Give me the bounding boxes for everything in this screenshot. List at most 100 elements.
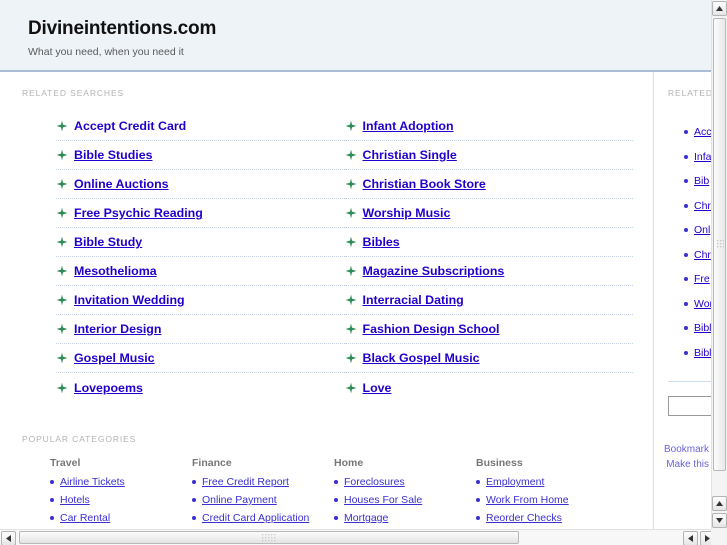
category-item[interactable]: Foreclosures (334, 476, 476, 488)
related-searches-heading: RELATED SEARCHES (22, 88, 125, 98)
related-search-item[interactable]: Online Auctions (56, 170, 345, 199)
sidebar-link[interactable]: Bibl (694, 322, 711, 334)
scroll-up-button-bottom[interactable] (712, 496, 727, 511)
scroll-down-button[interactable] (712, 513, 727, 528)
category-link[interactable]: Employment (486, 476, 544, 488)
related-search-item[interactable]: Accept Credit Card (56, 112, 345, 141)
category-link[interactable]: Online Payment (202, 494, 277, 506)
category-item[interactable]: Online Payment (192, 494, 334, 506)
related-search-item[interactable]: Infant Adoption (344, 112, 633, 141)
sidebar-link-item[interactable]: Bibl (684, 316, 711, 341)
category-link[interactable]: Airline Tickets (60, 476, 125, 488)
related-search-link[interactable]: Magazine Subscriptions (363, 264, 505, 278)
sidebar-footer-link[interactable]: Make this (664, 457, 709, 472)
related-search-item[interactable]: Free Psychic Reading (56, 199, 345, 228)
related-search-item[interactable]: Interracial Dating (344, 286, 633, 315)
related-search-item[interactable]: Love (345, 373, 634, 402)
related-search-item[interactable]: Lovepoems (56, 373, 345, 402)
related-search-link[interactable]: Bible Study (74, 235, 142, 249)
related-search-link[interactable]: Gospel Music (74, 351, 155, 365)
category-item[interactable]: Airline Tickets (50, 476, 192, 488)
category-link[interactable]: Foreclosures (344, 476, 405, 488)
related-search-item[interactable]: Bibles (344, 228, 633, 257)
category-item[interactable]: Work From Home (476, 494, 618, 506)
sidebar-link-item[interactable]: Acc (684, 120, 711, 145)
sidebar-link[interactable]: Wor (694, 298, 711, 310)
related-search-link[interactable]: Interior Design (74, 322, 161, 336)
related-search-link[interactable]: Bibles (363, 235, 400, 249)
sidebar-link-item[interactable]: Onl (684, 218, 711, 243)
related-search-link[interactable]: Free Psychic Reading (74, 206, 203, 220)
related-search-link[interactable]: Lovepoems (74, 381, 143, 395)
sidebar-link-item[interactable]: Bib (684, 169, 711, 194)
sidebar-search-input[interactable] (668, 396, 711, 416)
category-link[interactable]: Credit Card Application (202, 512, 309, 524)
sidebar-link[interactable]: Onl (694, 224, 710, 236)
category-item[interactable]: Houses For Sale (334, 494, 476, 506)
related-search-link[interactable]: Accept Credit Card (74, 119, 186, 133)
category-link[interactable]: Work From Home (486, 494, 569, 506)
related-search-link[interactable]: Infant Adoption (363, 119, 454, 133)
related-search-link[interactable]: Black Gospel Music (363, 351, 480, 365)
category-item[interactable]: Free Credit Report (192, 476, 334, 488)
related-search-link[interactable]: Worship Music (363, 206, 451, 220)
site-header: Divineintentions.com What you need, when… (0, 0, 711, 72)
related-search-item[interactable]: Magazine Subscriptions (344, 257, 633, 286)
related-search-link[interactable]: Mesothelioma (74, 264, 157, 278)
related-search-item[interactable]: Black Gospel Music (344, 344, 633, 373)
sidebar-link-item[interactable]: Bibl (684, 341, 711, 366)
horizontal-scrollbar-thumb[interactable] (19, 531, 519, 544)
category-item[interactable]: Employment (476, 476, 618, 488)
related-search-item[interactable]: Mesothelioma (56, 257, 345, 286)
category-link[interactable]: Hotels (60, 494, 90, 506)
sidebar-link[interactable]: Acc (694, 126, 711, 138)
sidebar-link-item[interactable]: Wor (684, 292, 711, 317)
related-search-link[interactable]: Interracial Dating (363, 293, 464, 307)
vertical-scrollbar[interactable] (711, 0, 727, 529)
category-item[interactable]: Reorder Checks (476, 512, 618, 524)
sidebar-link-item[interactable]: Chr (684, 194, 711, 219)
related-search-link[interactable]: Online Auctions (74, 177, 169, 191)
related-search-item[interactable]: Worship Music (344, 199, 633, 228)
vertical-scrollbar-thumb[interactable] (713, 18, 726, 471)
sidebar-link-item[interactable]: Infa (684, 145, 711, 170)
category-link[interactable]: Free Credit Report (202, 476, 289, 488)
category-column: Finance Free Credit Report Online Payment C… (192, 457, 334, 529)
category-link[interactable]: Reorder Checks (486, 512, 562, 524)
sidebar-footer-link[interactable]: Bookmark (664, 442, 709, 457)
category-item[interactable]: Hotels (50, 494, 192, 506)
related-search-link[interactable]: Bible Studies (74, 148, 153, 162)
category-item[interactable]: Credit Card Application (192, 512, 334, 524)
category-link[interactable]: Houses For Sale (344, 494, 422, 506)
category-link[interactable]: Mortgage (344, 512, 388, 524)
related-search-link[interactable]: Christian Single (363, 148, 457, 162)
related-search-item[interactable]: Bible Studies (56, 141, 345, 170)
category-item[interactable]: Car Rental (50, 512, 192, 524)
scroll-up-button[interactable] (712, 1, 727, 16)
related-search-item[interactable]: Invitation Wedding (56, 286, 345, 315)
sidebar-heading: RELATED (668, 88, 711, 98)
scroll-left-button[interactable] (1, 531, 16, 545)
sidebar-link[interactable]: Chr (694, 249, 711, 261)
related-search-item[interactable]: Christian Single (344, 141, 633, 170)
related-search-item[interactable]: Fashion Design School (344, 315, 633, 344)
category-item[interactable]: Mortgage (334, 512, 476, 524)
scroll-left-button-right[interactable] (683, 531, 698, 545)
related-search-item[interactable]: Christian Book Store (344, 170, 633, 199)
sidebar-link[interactable]: Bibl (694, 347, 711, 359)
related-search-item[interactable]: Interior Design (56, 315, 345, 344)
related-search-link[interactable]: Invitation Wedding (74, 293, 185, 307)
sidebar-link[interactable]: Infa (694, 151, 711, 163)
related-search-link[interactable]: Love (363, 381, 392, 395)
related-search-item[interactable]: Gospel Music (56, 344, 345, 373)
sidebar-link[interactable]: Fre (694, 273, 710, 285)
category-link[interactable]: Car Rental (60, 512, 110, 524)
related-search-link[interactable]: Christian Book Store (363, 177, 486, 191)
related-search-item[interactable]: Bible Study (56, 228, 345, 257)
sidebar-link[interactable]: Bib (694, 175, 709, 187)
sidebar-link-item[interactable]: Chr (684, 243, 711, 268)
horizontal-scrollbar[interactable] (0, 529, 727, 545)
sidebar-link-item[interactable]: Fre (684, 267, 711, 292)
related-search-link[interactable]: Fashion Design School (363, 322, 500, 336)
sidebar-link[interactable]: Chr (694, 200, 711, 212)
